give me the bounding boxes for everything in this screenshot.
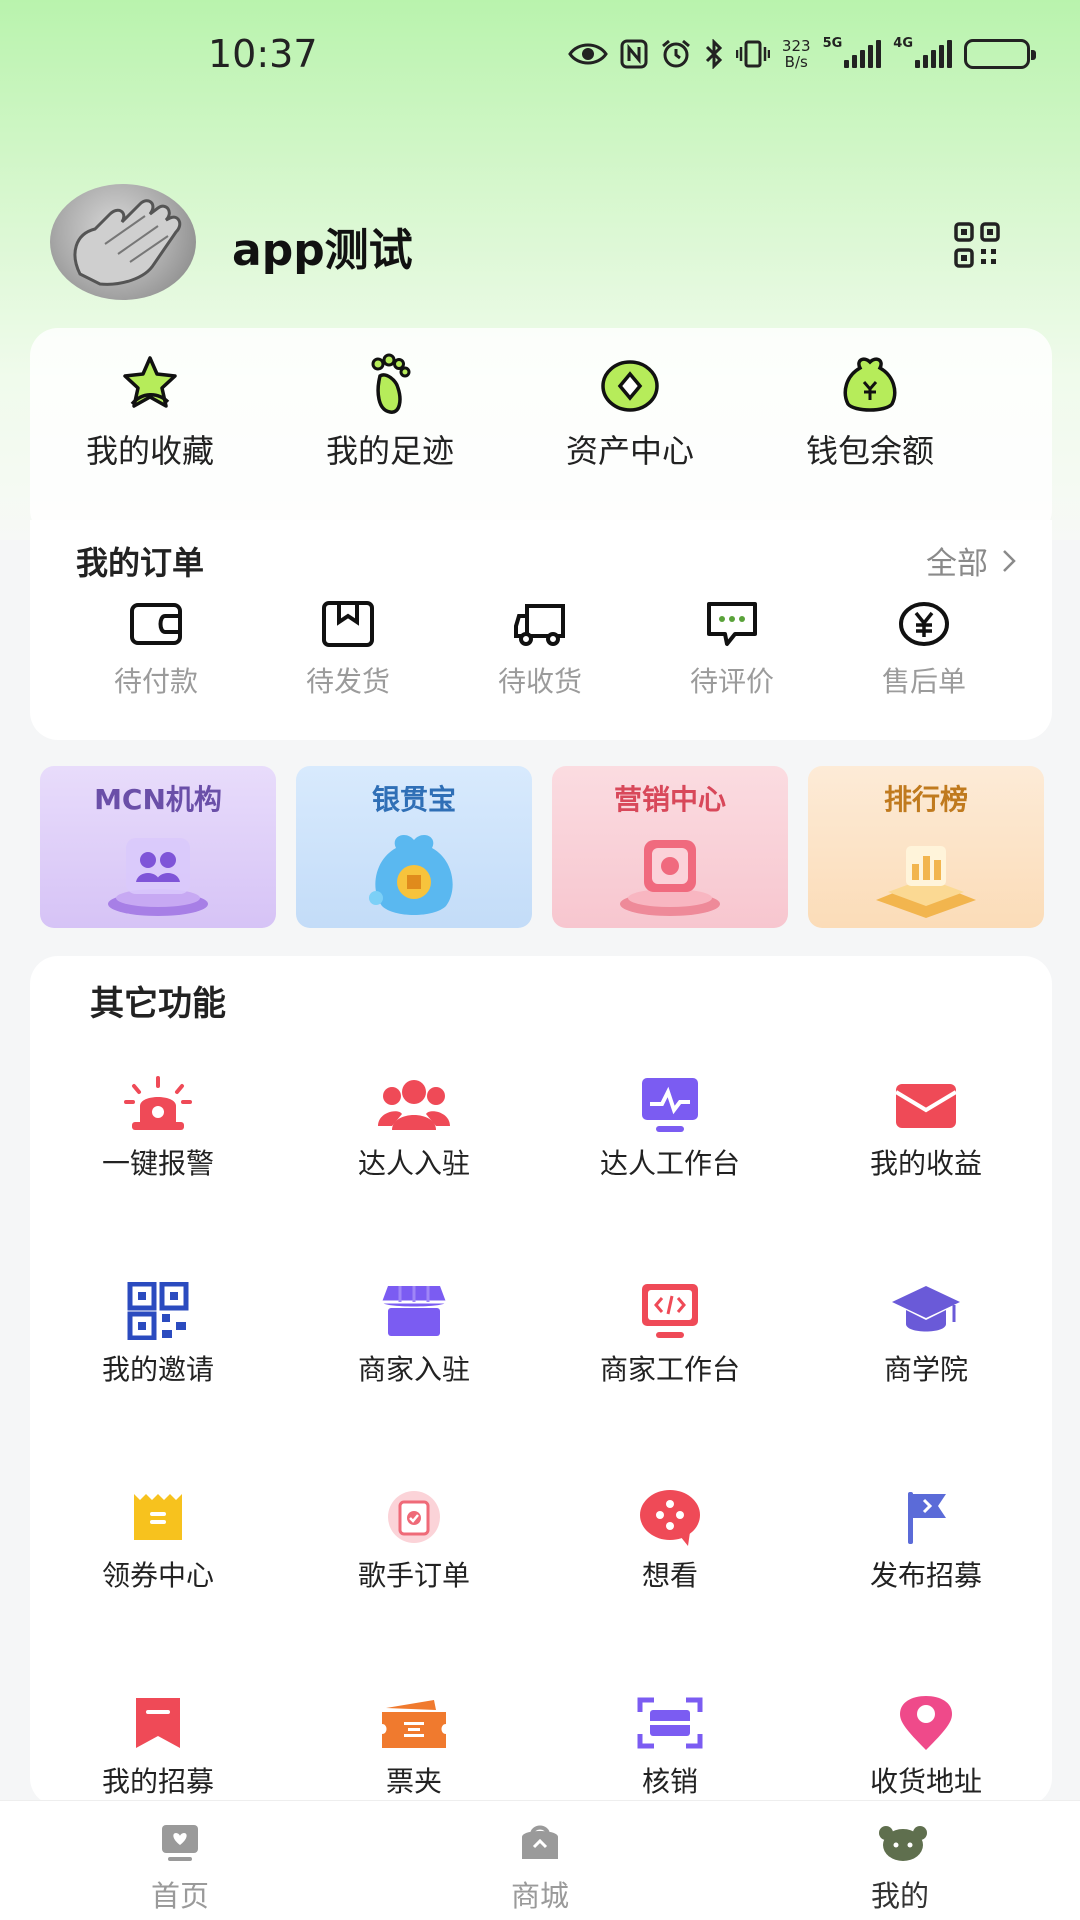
avatar[interactable] <box>50 184 196 300</box>
users-platform-icon <box>98 820 218 920</box>
network-speed: 323 B/s <box>781 37 811 71</box>
func-singer-orders[interactable]: 歌手订单 <box>286 1488 542 1594</box>
users-icon <box>378 1076 450 1134</box>
func-my-invitation[interactable]: 我的邀请 <box>30 1281 286 1388</box>
banner-mcn[interactable]: MCN机构 <box>40 766 276 928</box>
func-shipping-address[interactable]: 收货地址 <box>798 1694 1054 1800</box>
func-merchant-join[interactable]: 商家入驻 <box>286 1282 542 1388</box>
order-pending-shipment[interactable]: 待发货 <box>258 600 438 700</box>
banner-leaderboard[interactable]: 排行榜 <box>808 766 1044 928</box>
qrcode-icon <box>954 222 1000 268</box>
signal-sim2: 4G <box>893 36 952 72</box>
bluetooth-icon <box>704 36 724 72</box>
coupon-icon <box>122 1488 194 1546</box>
orders-card: 我的订单 全部 待付款 待发货 待收货 待评价 售后单 <box>30 520 1052 740</box>
order-pending-receipt[interactable]: 待收货 <box>450 600 630 700</box>
quick-link-wallet[interactable]: 钱包余额 <box>750 352 990 472</box>
alarm-siren-icon <box>122 1076 194 1134</box>
location-pin-icon <box>890 1694 962 1752</box>
func-emergency-alarm[interactable]: 一键报警 <box>30 1076 286 1182</box>
order-pending-payment[interactable]: 待付款 <box>66 600 246 700</box>
quick-link-favorites[interactable]: 我的收藏 <box>30 352 270 472</box>
hand-photo-icon <box>73 199 182 286</box>
money-bag-icon <box>838 352 902 416</box>
tab-shop[interactable]: 商城 <box>440 1823 640 1915</box>
scan-icon <box>634 1694 706 1752</box>
monitor-icon <box>634 1076 706 1134</box>
chat-dots-icon <box>634 1488 706 1546</box>
order-pending-review[interactable]: 待评价 <box>642 600 822 700</box>
username: app测试 <box>232 225 413 276</box>
banner-title: 营销中心 <box>613 783 726 816</box>
bear-icon <box>878 1823 927 1863</box>
signal-sim1: 5G <box>823 36 882 72</box>
vibrate-icon <box>735 36 770 72</box>
chevron-right-icon <box>1003 549 1016 572</box>
status-icons: 323 B/s 5G 4G <box>568 36 1036 72</box>
other-functions-title: 其它功能 <box>90 984 226 1024</box>
battery-icon <box>964 36 1036 72</box>
qrcode-icon <box>122 1281 194 1341</box>
envelope-icon <box>890 1076 962 1134</box>
banner-yinguanbao[interactable]: 银贯宝 <box>296 766 532 928</box>
signal-icon <box>915 40 952 68</box>
banner-title: MCN机构 <box>94 783 222 816</box>
func-merchant-workbench[interactable]: 商家工作台 <box>542 1282 798 1388</box>
footprint-icon <box>358 352 422 416</box>
home-icon <box>158 1823 202 1863</box>
truck-icon <box>513 600 567 648</box>
box-icon <box>321 600 375 648</box>
bottom-tab-bar: 首页 商城 我的 <box>0 1800 1080 1920</box>
marketing-platform-icon <box>610 820 730 920</box>
nfc-icon <box>620 36 648 72</box>
quick-link-assets[interactable]: 资产中心 <box>510 352 750 472</box>
trophy-chart-icon <box>866 820 986 920</box>
orders-title: 我的订单 <box>76 544 205 582</box>
coin-bag-icon <box>354 820 474 920</box>
status-bar: 10:37 323 B/s 5G 4G <box>0 0 1080 110</box>
order-after-sales[interactable]: 售后单 <box>834 600 1014 700</box>
wallet-icon <box>129 600 183 648</box>
other-functions-card: 其它功能 一键报警 达人入驻 达人工作台 我的收益 我的邀请 商家入驻 商家工作… <box>30 956 1052 1806</box>
quick-link-footprints[interactable]: 我的足迹 <box>270 352 510 472</box>
bookmark-icon <box>122 1694 194 1752</box>
status-time: 10:37 <box>208 32 318 76</box>
tab-home[interactable]: 首页 <box>80 1823 280 1915</box>
star-icon <box>118 352 182 416</box>
asset-icon <box>598 352 662 416</box>
tab-mine[interactable]: 我的 <box>800 1823 1000 1915</box>
func-influencer-join[interactable]: 达人入驻 <box>286 1076 542 1182</box>
flag-icon <box>890 1488 962 1546</box>
func-publish-recruitment[interactable]: 发布招募 <box>798 1488 1054 1594</box>
shop-icon <box>518 1823 562 1863</box>
func-want-to-see[interactable]: 想看 <box>542 1488 798 1594</box>
ticket-icon <box>378 1694 450 1752</box>
orders-all-link[interactable]: 全部 <box>926 538 1016 583</box>
comment-icon <box>705 600 759 648</box>
func-coupon-center[interactable]: 领券中心 <box>30 1488 286 1594</box>
code-monitor-icon <box>634 1282 706 1340</box>
order-icon <box>378 1488 450 1546</box>
func-my-earnings[interactable]: 我的收益 <box>798 1076 1054 1182</box>
graduation-cap-icon <box>890 1282 962 1340</box>
alarm-icon <box>660 36 692 72</box>
func-influencer-workbench[interactable]: 达人工作台 <box>542 1076 798 1182</box>
signal-icon <box>844 40 882 68</box>
banner-marketing-center[interactable]: 营销中心 <box>552 766 788 928</box>
eye-icon <box>568 36 608 72</box>
yen-icon <box>897 600 951 648</box>
banner-title: 银贯宝 <box>371 783 456 816</box>
func-business-school[interactable]: 商学院 <box>798 1282 1054 1388</box>
quick-links-card: 我的收藏 我的足迹 资产中心 钱包余额 <box>30 328 1052 538</box>
func-my-recruitment[interactable]: 我的招募 <box>30 1694 286 1800</box>
banner-title: 排行榜 <box>883 783 968 816</box>
func-ticket-folder[interactable]: 票夹 <box>286 1694 542 1800</box>
qrcode-button[interactable] <box>954 222 1000 268</box>
store-icon <box>378 1282 450 1340</box>
func-verify[interactable]: 核销 <box>542 1694 798 1800</box>
